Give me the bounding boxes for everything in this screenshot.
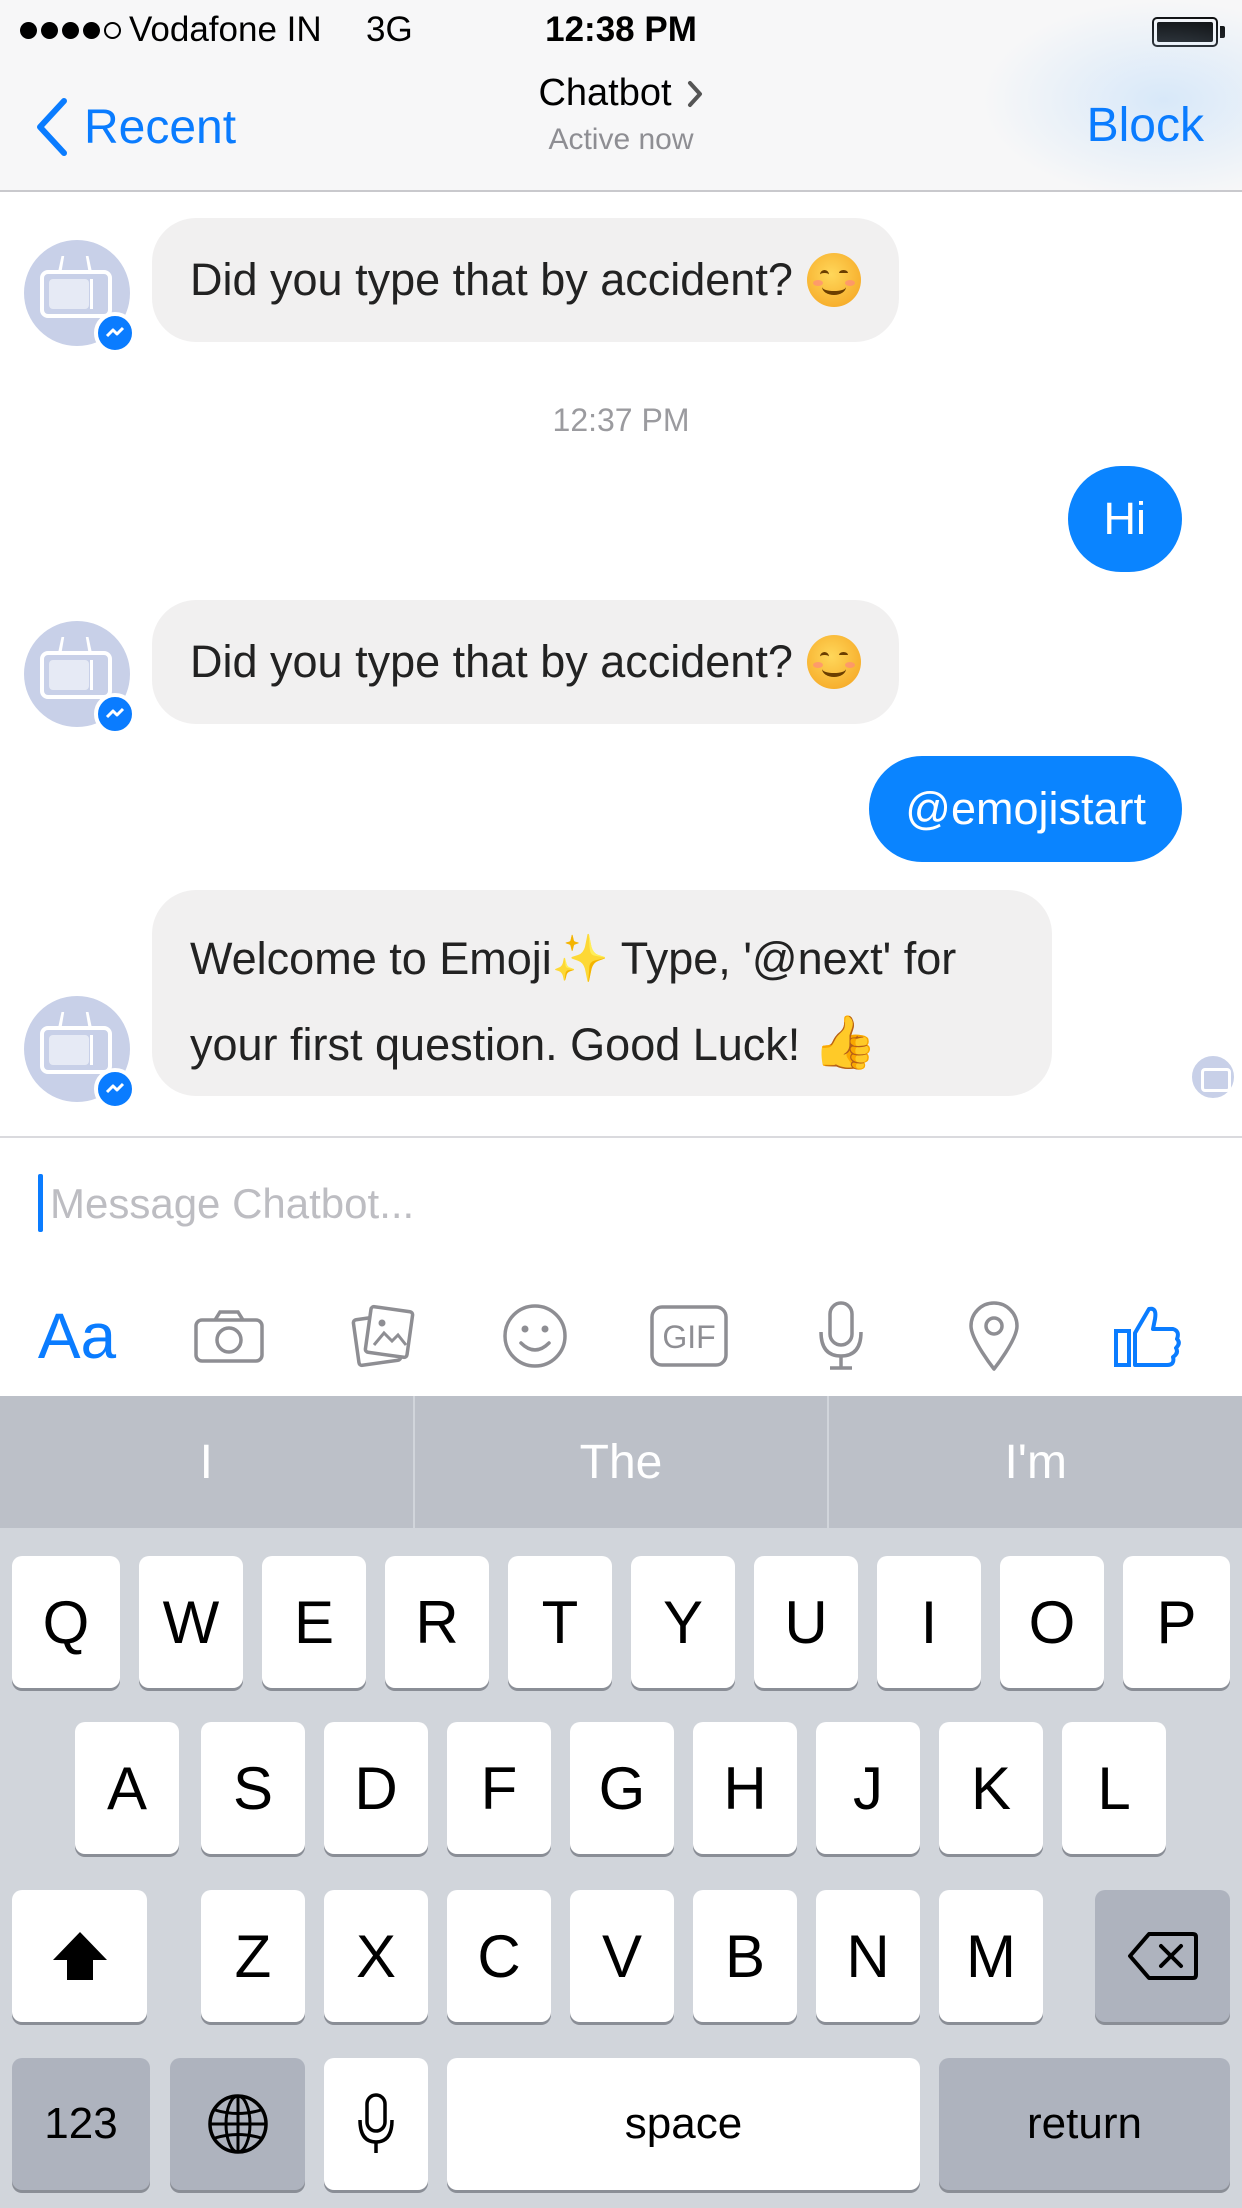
outgoing-message[interactable]: Hi	[1067, 466, 1182, 572]
prediction-suggestion[interactable]: The	[415, 1396, 830, 1528]
incoming-message[interactable]: Did you type that by accident?	[152, 218, 899, 342]
predictive-text-bar: I The I'm	[0, 1396, 1242, 1528]
incoming-message[interactable]: Welcome to Emoji✨ Type, '@next' for your…	[152, 890, 1052, 1096]
conversation-header[interactable]: Chatbot Active now	[0, 72, 1242, 157]
key-m[interactable]: M	[939, 1890, 1043, 2022]
key-y[interactable]: Y	[631, 1556, 735, 1688]
backspace-icon	[1127, 1932, 1198, 1980]
battery-tip	[1220, 26, 1225, 38]
status-time: 12:38 PM	[545, 10, 697, 49]
numbers-key[interactable]: 123	[12, 2058, 150, 2190]
key-d[interactable]: D	[324, 1722, 428, 1854]
key-s[interactable]: S	[201, 1722, 305, 1854]
block-button[interactable]: Block	[1087, 98, 1204, 153]
svg-text:GIF: GIF	[662, 1319, 715, 1355]
message-list[interactable]: Did you type that by accident? 12:37 PM …	[0, 194, 1242, 1136]
key-j[interactable]: J	[816, 1722, 920, 1854]
presence-status: Active now	[548, 123, 694, 156]
microphone-icon	[819, 1301, 863, 1370]
message-text: Did you type that by accident?	[190, 636, 793, 687]
thumbs-up-emoji-icon: 👍	[812, 1014, 878, 1072]
photo-icon	[351, 1304, 415, 1368]
outgoing-message[interactable]: @emojistart	[869, 756, 1182, 862]
key-w[interactable]: W	[139, 1556, 243, 1688]
message-text: Type, '@next' for	[609, 933, 957, 984]
message-text: your first question. Good Luck!	[190, 1019, 801, 1070]
messenger-badge-icon	[94, 1068, 136, 1110]
chevron-right-icon	[687, 80, 702, 107]
composer-toolbar: Aa GIF	[0, 1286, 1242, 1386]
key-z[interactable]: Z	[201, 1890, 305, 2022]
key-q[interactable]: Q	[12, 1556, 120, 1688]
read-receipt-avatar	[1190, 1054, 1236, 1100]
message-text: Hi	[1103, 493, 1147, 544]
battery-icon	[1152, 17, 1218, 47]
camera-icon	[194, 1310, 264, 1363]
on-screen-keyboard: I The I'm Q W E R T Y U I O P A S D F G …	[0, 1396, 1242, 2208]
bot-avatar[interactable]	[24, 996, 136, 1110]
camera-button[interactable]	[179, 1286, 279, 1386]
globe-icon	[207, 2094, 268, 2154]
smiling-emoji-icon	[806, 253, 861, 307]
key-l[interactable]: L	[1062, 1722, 1166, 1854]
key-o[interactable]: O	[1000, 1556, 1104, 1688]
key-e[interactable]: E	[262, 1556, 366, 1688]
incoming-message[interactable]: Did you type that by accident?	[152, 600, 899, 724]
key-v[interactable]: V	[570, 1890, 674, 2022]
like-button[interactable]	[1098, 1286, 1198, 1386]
conversation-title: Chatbot	[538, 72, 672, 114]
message-timestamp: 12:37 PM	[552, 402, 690, 438]
key-g[interactable]: G	[570, 1722, 674, 1854]
key-n[interactable]: N	[816, 1890, 920, 2022]
key-b[interactable]: B	[693, 1890, 797, 2022]
key-h[interactable]: H	[693, 1722, 797, 1854]
prediction-suggestion[interactable]: I'm	[829, 1396, 1242, 1528]
smiley-icon	[503, 1304, 567, 1368]
thumbs-up-icon	[1114, 1306, 1181, 1367]
prediction-suggestion[interactable]: I	[0, 1396, 415, 1528]
photo-button[interactable]	[333, 1286, 433, 1386]
backspace-key[interactable]	[1095, 1890, 1230, 2022]
dictation-key[interactable]	[324, 2058, 428, 2190]
globe-key[interactable]	[170, 2058, 305, 2190]
space-key[interactable]: space	[447, 2058, 920, 2190]
location-pin-icon	[969, 1301, 1019, 1371]
navigation-bar: Recent Chatbot Active now Block	[0, 0, 1242, 200]
messenger-badge-icon	[94, 312, 136, 354]
key-u[interactable]: U	[754, 1556, 858, 1688]
key-i[interactable]: I	[877, 1556, 981, 1688]
key-c[interactable]: C	[447, 1890, 551, 2022]
message-input[interactable]	[50, 1166, 1150, 1242]
sparkles-emoji-icon: ✨	[551, 932, 610, 984]
key-p[interactable]: P	[1123, 1556, 1230, 1688]
key-t[interactable]: T	[508, 1556, 612, 1688]
keyboard-mic-icon	[358, 2093, 394, 2153]
text-format-button[interactable]: Aa	[27, 1286, 127, 1386]
gif-button[interactable]: GIF	[639, 1286, 739, 1386]
shift-icon	[52, 1932, 107, 1980]
location-button[interactable]	[944, 1286, 1044, 1386]
message-text: Did you type that by accident?	[190, 254, 793, 305]
smiling-emoji-icon	[806, 635, 861, 689]
bot-avatar[interactable]	[24, 621, 136, 735]
emoji-button[interactable]	[485, 1286, 585, 1386]
key-k[interactable]: K	[939, 1722, 1043, 1854]
message-text: Welcome to Emoji	[190, 933, 552, 984]
message-text: @emojistart	[905, 783, 1146, 834]
bot-avatar[interactable]	[24, 240, 136, 354]
status-bar: Vodafone IN 3G 12:38 PM	[0, 0, 1242, 62]
key-f[interactable]: F	[447, 1722, 551, 1854]
key-a[interactable]: A	[75, 1722, 179, 1854]
return-key[interactable]: return	[939, 2058, 1230, 2190]
key-r[interactable]: R	[385, 1556, 489, 1688]
message-composer: Aa GIF	[0, 1136, 1242, 1396]
messenger-badge-icon	[94, 693, 136, 735]
key-x[interactable]: X	[324, 1890, 428, 2022]
shift-key[interactable]	[12, 1890, 147, 2022]
text-cursor	[38, 1174, 43, 1232]
gif-icon: GIF	[650, 1305, 728, 1367]
voice-button[interactable]	[791, 1286, 891, 1386]
